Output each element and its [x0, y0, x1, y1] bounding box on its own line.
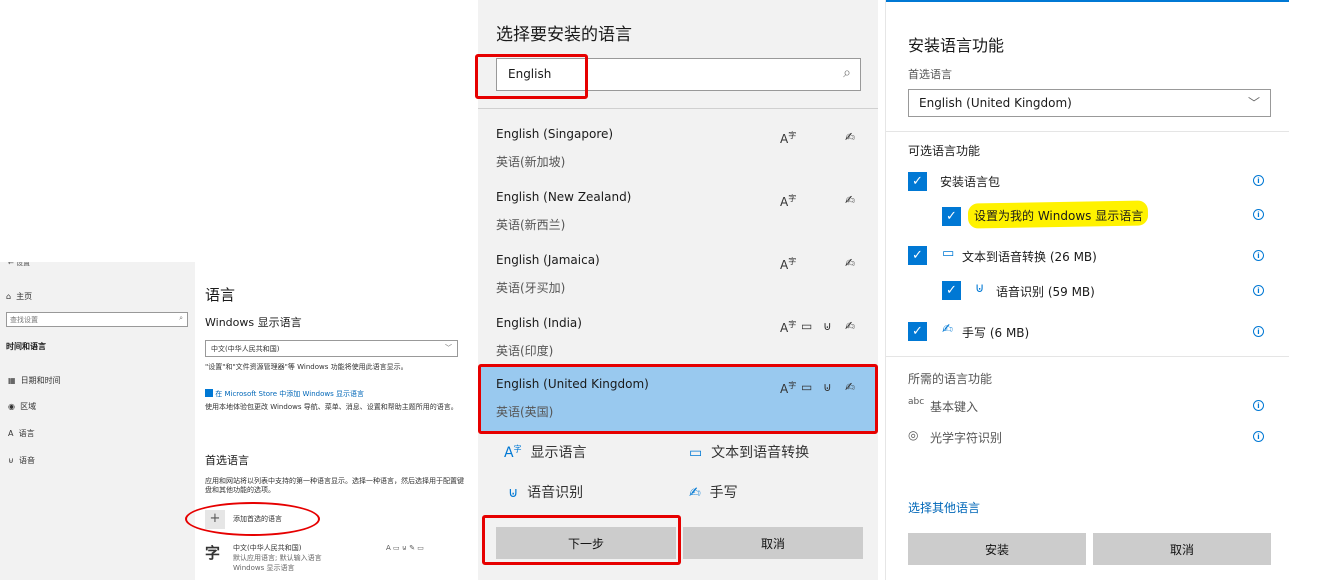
selection-highlight	[478, 364, 878, 434]
install-features-dialog: 安装语言功能 首选语言 English (United Kingdom) ﹀ 可…	[885, 0, 1289, 580]
legend-speech-recognition: ⊍ 语音识别	[508, 485, 584, 501]
display-language-note: "设置"和"文件资源管理器"等 Windows 功能将使用此语言显示。	[205, 363, 408, 371]
mic-icon: ⊍	[8, 456, 14, 465]
handwriting-icon: ✍	[689, 485, 701, 501]
language-option-india[interactable]: English (India) 英语(印度) A字 ▭ ⊍ ✍	[478, 306, 878, 369]
install-button[interactable]: 安装	[908, 533, 1086, 565]
language-features-icons: A ▭ ⊍ ✎ ▭	[386, 544, 424, 552]
language-item-name[interactable]: 中文(中华人民共和国)	[233, 543, 301, 553]
info-icon[interactable]: i	[1253, 175, 1264, 186]
display-language-icon: A字	[780, 131, 797, 146]
handwriting-icon: ✍	[845, 319, 856, 333]
basic-typing-label: 基本键入	[930, 400, 979, 414]
info-icon[interactable]: i	[1253, 326, 1264, 337]
info-icon[interactable]: i	[1253, 209, 1264, 220]
back-nav[interactable]: ← 设置	[8, 262, 30, 268]
preferred-language-label: 首选语言	[908, 68, 952, 81]
install-language-pack-label: 安装语言包	[940, 175, 1001, 189]
preferred-language-select[interactable]: English (United Kingdom) ﹀	[908, 89, 1271, 117]
handwriting-label: 手写 (6 MB)	[962, 326, 1030, 340]
globe-icon: ◉	[8, 402, 15, 411]
text-to-speech-checkbox[interactable]: ✓	[908, 246, 927, 265]
sidebar-item-datetime[interactable]: ▦ 日期和时间	[8, 375, 61, 386]
search-icon: ⌕	[843, 65, 851, 81]
legend-handwriting: ✍ 手写	[689, 485, 738, 501]
set-display-language-label: 设置为我的 Windows 显示语言	[974, 209, 1144, 223]
chinese-language-icon: 字	[205, 544, 221, 562]
store-icon	[205, 389, 213, 397]
category-label: 时间和语言	[6, 342, 46, 351]
preferred-languages-heading: 首选语言	[205, 454, 249, 467]
language-option-jamaica[interactable]: English (Jamaica) 英语(牙买加) A字 ✍	[478, 243, 878, 306]
settings-sidebar: ← 设置 ⌂ 主页 查找设置 ⌕ 时间和语言 ▦ 日期和时间 ◉ 区域 A 语言…	[0, 262, 195, 580]
info-icon[interactable]: i	[1253, 285, 1264, 296]
display-language-icon: A字	[780, 257, 797, 272]
calendar-icon: ▦	[8, 376, 16, 385]
speech-recognition-icon: ⊍	[508, 485, 519, 501]
highlight-ellipse	[185, 502, 320, 536]
handwriting-icon: ✍	[845, 193, 856, 207]
chevron-down-icon: ﹀	[445, 344, 452, 352]
cancel-button[interactable]: 取消	[1093, 533, 1271, 565]
choose-other-language-link[interactable]: 选择其他语言	[908, 499, 980, 516]
display-language-icon: A字	[780, 194, 797, 209]
search-highlight	[475, 54, 588, 99]
store-link[interactable]: 在 Microsoft Store 中添加 Windows 显示语言	[205, 389, 364, 399]
divider	[886, 131, 1289, 132]
info-icon[interactable]: i	[1253, 431, 1264, 442]
search-icon: ⌕	[179, 314, 183, 322]
settings-search-input[interactable]: 查找设置 ⌕	[6, 312, 188, 327]
basic-typing-icon: abc	[908, 397, 925, 407]
store-note: 使用本地体验包更改 Windows 导航、菜单、消息、设置和帮助主题所用的语言。	[205, 403, 458, 411]
speech-recognition-label: 语音识别 (59 MB)	[996, 285, 1095, 299]
divider	[886, 356, 1289, 357]
next-highlight	[482, 515, 681, 565]
page-title: 语言	[205, 286, 236, 304]
cancel-button[interactable]: 取消	[683, 527, 863, 559]
ocr-label: 光学字符识别	[930, 431, 1003, 445]
settings-window: ← 设置 ⌂ 主页 查找设置 ⌕ 时间和语言 ▦ 日期和时间 ◉ 区域 A 语言…	[0, 262, 478, 580]
legend-text-to-speech: ▭ 文本到语音转换	[689, 445, 810, 461]
required-features-heading: 所需的语言功能	[908, 372, 993, 386]
sidebar-item-home[interactable]: ⌂ 主页	[6, 291, 32, 302]
text-to-speech-icon: ▭	[942, 246, 955, 261]
home-icon: ⌂	[6, 292, 12, 301]
language-item-sub: 默认应用语言; 默认输入语言	[233, 554, 322, 562]
info-icon[interactable]: i	[1253, 400, 1264, 411]
display-language-icon: A字	[780, 320, 797, 335]
handwriting-icon: ✍	[942, 322, 953, 337]
language-item-sub2: Windows 显示语言	[233, 564, 295, 572]
display-language-icon: A字	[504, 444, 522, 461]
sidebar-item-region[interactable]: ◉ 区域	[8, 401, 36, 412]
chevron-down-icon: ﹀	[1247, 96, 1260, 110]
install-language-pack-checkbox[interactable]: ✓	[908, 172, 927, 191]
language-icon: A	[8, 429, 14, 438]
text-to-speech-icon: ▭	[801, 319, 813, 333]
dialog-title: 选择要安装的语言	[496, 25, 632, 45]
text-to-speech-icon: ▭	[689, 445, 703, 461]
language-option-singapore[interactable]: English (Singapore) 英语(新加坡) A字 ✍	[478, 117, 878, 180]
text-to-speech-label: 文本到语音转换 (26 MB)	[962, 250, 1097, 264]
divider	[478, 108, 878, 109]
choose-language-dialog: 选择要安装的语言 English ⌕ English (Singapore) 英…	[475, 0, 878, 580]
display-language-select[interactable]: 中文(中华人民共和国) ﹀	[205, 340, 458, 357]
speech-recognition-checkbox[interactable]: ✓	[942, 281, 961, 300]
preferred-languages-note: 应用和网站将以列表中支持的第一种语言显示。选择一种语言，然后选择用于配置键盘和其…	[205, 477, 464, 494]
speech-recognition-icon: ⊍	[823, 319, 832, 333]
handwriting-icon: ✍	[845, 256, 856, 270]
language-option-new-zealand[interactable]: English (New Zealand) 英语(新西兰) A字 ✍	[478, 180, 878, 243]
handwriting-checkbox[interactable]: ✓	[908, 322, 927, 341]
handwriting-icon: ✍	[845, 130, 856, 144]
ocr-icon: ◎	[908, 428, 919, 442]
dialog-title: 安装语言功能	[908, 36, 1005, 55]
display-language-heading: Windows 显示语言	[205, 316, 302, 329]
sidebar-item-language[interactable]: A 语言	[8, 428, 35, 439]
optional-features-heading: 可选语言功能	[908, 144, 981, 158]
legend-display-language: A字 显示语言	[504, 444, 587, 461]
sidebar-item-speech[interactable]: ⊍ 语音	[8, 455, 35, 466]
set-display-language-checkbox[interactable]: ✓	[942, 207, 961, 226]
info-icon[interactable]: i	[1253, 250, 1264, 261]
speech-recognition-icon: ⊍	[975, 281, 985, 296]
top-accent	[886, 0, 1289, 2]
